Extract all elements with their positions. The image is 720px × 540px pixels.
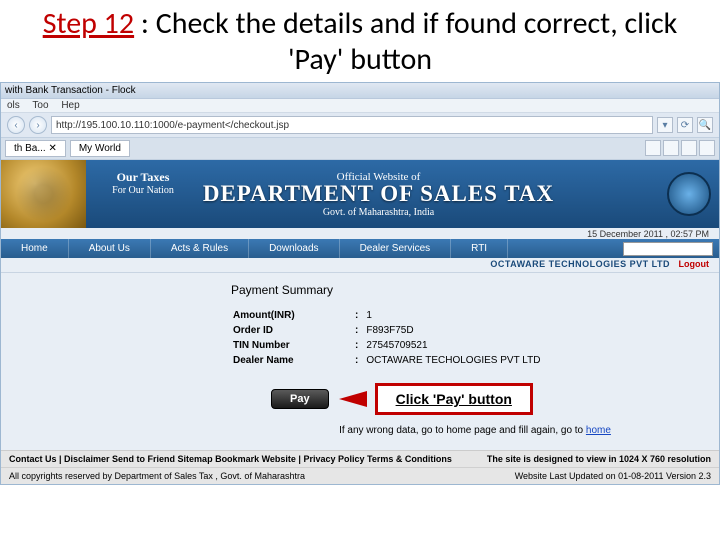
slogan-line1: Our Taxes <box>93 170 193 185</box>
emblem-left-image <box>1 160 86 228</box>
nav-search-input[interactable] <box>623 242 713 256</box>
user-strip: OCTAWARE TECHNOLOGIES PVT LTD Logout <box>1 258 719 273</box>
datetime-display: 15 December 2011 , 02:57 PM <box>1 228 719 239</box>
step-description: : Check the details and if found correct… <box>134 5 677 78</box>
footer-copyright: All copyrights reserved by Department of… <box>9 471 515 481</box>
slide-title: Step 12 : Check the details and if found… <box>0 0 720 82</box>
dropdown-icon[interactable]: ▾ <box>657 117 673 133</box>
menu-bar: ols Too Hep <box>1 99 719 113</box>
nav-about[interactable]: About Us <box>69 239 151 258</box>
tin-value: 27545709521 <box>366 339 546 352</box>
url-input[interactable]: http://195.100.10.110:1000/e-payment</ch… <box>51 116 653 134</box>
nav-home[interactable]: Home <box>1 239 69 258</box>
callout-arrow-icon <box>339 391 367 407</box>
menu-help[interactable]: Hep <box>61 100 79 111</box>
order-value: F893F75D <box>366 324 546 337</box>
toolbar-icon[interactable] <box>663 140 679 156</box>
step-number: Step 12 <box>43 5 134 42</box>
toolbar-icon[interactable] <box>645 140 661 156</box>
page-content: Payment Summary Amount(INR):1 Order ID:F… <box>1 273 719 436</box>
department-subtitle: Govt. of Maharashtra, India <box>98 207 659 218</box>
window-titlebar: with Bank Transaction - Flock <box>1 83 719 99</box>
amount-value: 1 <box>366 309 546 322</box>
tab-strip: th Ba... ✕ My World <box>1 138 719 160</box>
logout-link[interactable]: Logout <box>679 259 710 269</box>
toolbar-right <box>645 140 715 157</box>
site-header: Our Taxes For Our Nation Official Websit… <box>1 160 719 228</box>
window-title: with Bank Transaction - Flock <box>5 85 136 96</box>
payment-summary-title: Payment Summary <box>231 279 719 301</box>
state-seal-icon <box>667 172 711 216</box>
toolbar-icon[interactable] <box>699 140 715 156</box>
pay-button[interactable]: Pay <box>271 389 329 409</box>
table-row: Amount(INR):1 <box>233 309 546 322</box>
wrong-data-note: If any wrong data, go to home page and f… <box>231 425 719 436</box>
table-row: Order ID:F893F75D <box>233 324 546 337</box>
table-row: Dealer Name:OCTAWARE TECHOLOGIES PVT LTD <box>233 354 546 367</box>
order-label: Order ID <box>233 324 353 337</box>
address-bar: ‹ › http://195.100.10.110:1000/e-payment… <box>1 113 719 138</box>
main-nav: Home About Us Acts & Rules Downloads Dea… <box>1 239 719 258</box>
browser-window: with Bank Transaction - Flock ols Too He… <box>0 82 720 485</box>
footer-resolution: The site is designed to view in 1024 X 7… <box>487 454 711 464</box>
payment-summary-table: Amount(INR):1 Order ID:F893F75D TIN Numb… <box>231 307 548 369</box>
tab-main[interactable]: th Ba... ✕ <box>5 140 66 157</box>
emblem-right <box>659 160 719 228</box>
callout-box: Click 'Pay' button <box>375 383 533 415</box>
tab-myworld[interactable]: My World <box>70 140 130 157</box>
menu-view[interactable]: ols <box>7 100 20 111</box>
nav-downloads[interactable]: Downloads <box>249 239 339 258</box>
nav-rti[interactable]: RTI <box>451 239 508 258</box>
note-text: If any wrong data, go to home page and f… <box>339 425 586 436</box>
site-footer: Contact Us | Disclaimer Send to Friend S… <box>1 450 719 484</box>
pay-row: Pay Click 'Pay' button <box>231 383 719 415</box>
tin-label: TIN Number <box>233 339 353 352</box>
menu-tools[interactable]: Too <box>32 100 48 111</box>
dealer-label: Dealer Name <box>233 354 353 367</box>
slogan-line2: For Our Nation <box>93 185 193 196</box>
toolbar-icon[interactable] <box>681 140 697 156</box>
nav-acts[interactable]: Acts & Rules <box>151 239 249 258</box>
logged-in-company: OCTAWARE TECHNOLOGIES PVT LTD <box>490 259 670 269</box>
reload-icon[interactable]: ⟳ <box>677 117 693 133</box>
amount-label: Amount(INR) <box>233 309 353 322</box>
search-icon[interactable]: 🔍 <box>697 117 713 133</box>
footer-updated: Website Last Updated on 01-08-2011 Versi… <box>515 471 711 481</box>
nav-dealer[interactable]: Dealer Services <box>340 239 452 258</box>
home-link[interactable]: home <box>586 425 611 436</box>
dealer-value: OCTAWARE TECHOLOGIES PVT LTD <box>366 354 546 367</box>
slogan: Our Taxes For Our Nation <box>93 170 193 196</box>
back-button[interactable]: ‹ <box>7 116 25 134</box>
forward-button[interactable]: › <box>29 116 47 134</box>
table-row: TIN Number:27545709521 <box>233 339 546 352</box>
footer-links[interactable]: Contact Us | Disclaimer Send to Friend S… <box>9 454 487 464</box>
